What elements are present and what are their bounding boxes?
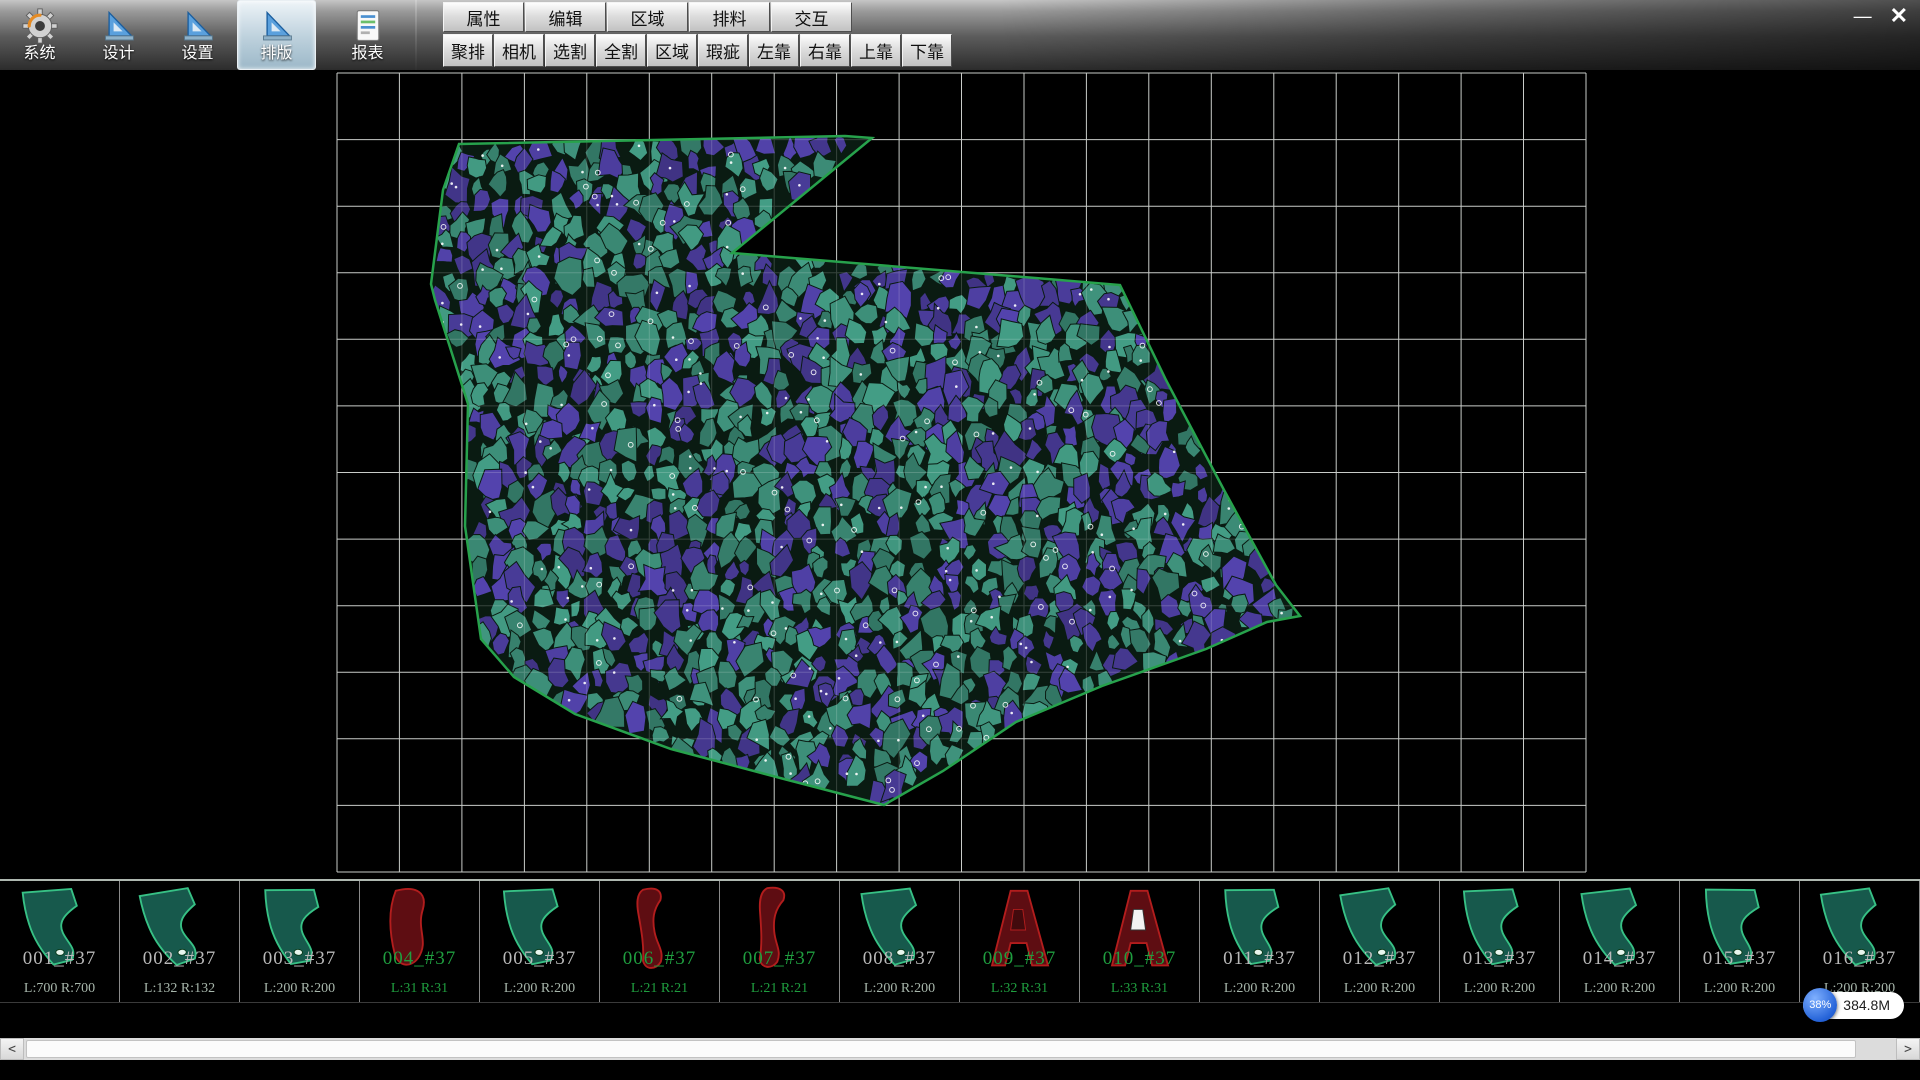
menu-area: 属性编辑区域排料交互 聚排相机选割全割区域瑕疵左靠右靠上靠下靠 [443,0,952,67]
piece-lr-count: L:200 R:200 [240,981,359,997]
piece-lr-count: L:32 R:31 [960,981,1079,997]
scroll-right-arrow[interactable]: > [1896,1038,1920,1060]
piece-thumbnail-002_#37[interactable]: 002_#37 L:132 R:132 [120,881,240,1002]
piece-thumbnail-strip: 001_#37 L:700 R:700 002_#37 L:132 R:132 … [0,879,1920,1003]
toolbar-divider [415,0,417,70]
tool-button-cluster-nest[interactable]: 聚排 [443,34,493,67]
memory-badge: 38% 384.8M [1803,988,1904,1022]
tool-button-align-left[interactable]: 左靠 [749,34,799,67]
scroll-left-arrow[interactable]: < [0,1038,24,1060]
piece-lr-count: L:200 R:200 [1200,981,1319,997]
main-toolbar-label: 排版 [260,45,292,63]
tool-button-align-bottom[interactable]: 下靠 [902,34,952,67]
piece-thumbnail-007_#37[interactable]: 007_#37 L:21 R:21 [720,881,840,1002]
piece-lr-count: L:21 R:21 [720,981,839,997]
tool-button-region[interactable]: 区域 [647,34,697,67]
close-button[interactable]: ✕ [1890,5,1908,27]
menu-tab-edit[interactable]: 编辑 [525,2,606,32]
set-square-icon [259,8,295,44]
app-window: 系统 设计 设置 排版 报表 属性编辑区域排料交互 聚排相机选割全割区域瑕疵左靠… [0,0,1920,1080]
piece-shape-preview [1684,882,1796,978]
tool-button-row: 聚排相机选割全割区域瑕疵左靠右靠上靠下靠 [443,32,952,67]
piece-lr-count: L:200 R:200 [840,981,959,997]
piece-thumbnail-014_#37[interactable]: 014_#37 L:200 R:200 [1560,881,1680,1002]
piece-lr-count: L:132 R:132 [120,981,239,997]
piece-shape-preview [964,882,1076,978]
piece-thumbnail-011_#37[interactable]: 011_#37 L:200 R:200 [1200,881,1320,1002]
piece-shape-preview [4,882,116,978]
main-toolbar-system[interactable]: 系统 [0,0,79,70]
tool-button-defect[interactable]: 瑕疵 [698,34,748,67]
main-toolbar-label: 报表 [351,45,383,63]
horizontal-scrollbar[interactable]: < > [0,1038,1920,1060]
nesting-canvas-svg [0,70,1920,879]
tool-button-select-cut[interactable]: 选割 [545,34,595,67]
piece-shape-preview [484,882,596,978]
piece-thumbnail-010_#37[interactable]: 010_#37 L:33 R:31 [1080,881,1200,1002]
status-row: 38% 384.8M [0,1003,1920,1038]
piece-shape-preview [1444,882,1556,978]
piece-shape-preview [844,882,956,978]
minimize-button[interactable]: — [1854,7,1872,25]
piece-shape-preview [244,882,356,978]
piece-lr-count: L:700 R:700 [0,981,119,997]
piece-lr-count: L:200 R:200 [1560,981,1679,997]
main-toolbar-layout[interactable]: 排版 [237,0,316,70]
piece-lr-count: L:21 R:21 [600,981,719,997]
piece-thumbnail-012_#37[interactable]: 012_#37 L:200 R:200 [1320,881,1440,1002]
nesting-canvas[interactable] [0,70,1920,879]
piece-shape-preview [1204,882,1316,978]
menu-tab-region[interactable]: 区域 [607,2,688,32]
menu-tab-interact[interactable]: 交互 [771,2,852,32]
piece-lr-count: L:200 R:200 [1320,981,1439,997]
piece-shape-preview [1804,882,1916,978]
menu-tab-properties[interactable]: 属性 [443,2,524,32]
tool-button-camera[interactable]: 相机 [494,34,544,67]
gear-icon [22,8,58,44]
main-toolbar-design[interactable]: 设计 [79,0,158,70]
piece-shape-preview [124,882,236,978]
tool-button-align-top[interactable]: 上靠 [851,34,901,67]
piece-thumbnail-015_#37[interactable]: 015_#37 L:200 R:200 [1680,881,1800,1002]
piece-lr-count: L:200 R:200 [480,981,599,997]
memory-value: 384.8M [1843,997,1890,1013]
scrollbar-thumb[interactable] [26,1040,1856,1058]
piece-thumbnail-006_#37[interactable]: 006_#37 L:21 R:21 [600,881,720,1002]
main-toolbar-report[interactable]: 报表 [328,0,407,70]
piece-shape-preview [1324,882,1436,978]
piece-shape-preview [604,882,716,978]
main-toolbar-label: 系统 [23,45,55,63]
piece-thumbnail-005_#37[interactable]: 005_#37 L:200 R:200 [480,881,600,1002]
piece-shape-preview [364,882,476,978]
main-toolbar-label: 设计 [102,45,134,63]
top-toolbar: 系统 设计 设置 排版 报表 属性编辑区域排料交互 聚排相机选割全割区域瑕疵左靠… [0,0,1920,70]
menu-tab-nesting[interactable]: 排料 [689,2,770,32]
piece-shape-preview [1084,882,1196,978]
window-controls: — ✕ [1854,5,1908,27]
scrollbar-track[interactable] [24,1038,1896,1060]
piece-shape-preview [1564,882,1676,978]
set-square-icon [101,8,137,44]
tool-button-cut-all[interactable]: 全割 [596,34,646,67]
menu-tab-row: 属性编辑区域排料交互 [443,2,952,32]
main-toolbar-label: 设置 [181,45,213,63]
piece-lr-count: L:200 R:200 [1680,981,1799,997]
piece-lr-count: L:33 R:31 [1080,981,1199,997]
main-toolbar-settings[interactable]: 设置 [158,0,237,70]
piece-thumbnail-008_#37[interactable]: 008_#37 L:200 R:200 [840,881,960,1002]
piece-shape-preview [724,882,836,978]
set-square-icon [180,8,216,44]
piece-thumbnail-001_#37[interactable]: 001_#37 L:700 R:700 [0,881,120,1002]
piece-thumbnail-013_#37[interactable]: 013_#37 L:200 R:200 [1440,881,1560,1002]
main-toolbar: 系统 设计 设置 排版 报表 [0,0,407,70]
piece-thumbnail-004_#37[interactable]: 004_#37 L:31 R:31 [360,881,480,1002]
progress-percent: 38% [1809,999,1831,1011]
report-icon [350,8,386,44]
piece-thumbnail-016_#37[interactable]: 016_#37 L:200 R:200 [1800,881,1920,1002]
piece-lr-count: L:200 R:200 [1440,981,1559,997]
piece-lr-count: L:31 R:31 [360,981,479,997]
tool-button-align-right[interactable]: 右靠 [800,34,850,67]
piece-thumbnail-003_#37[interactable]: 003_#37 L:200 R:200 [240,881,360,1002]
piece-thumbnail-009_#37[interactable]: 009_#37 L:32 R:31 [960,881,1080,1002]
